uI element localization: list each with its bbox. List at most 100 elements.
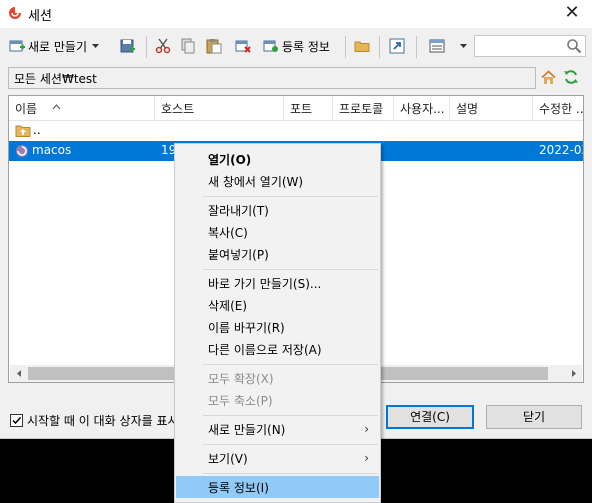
view-icon <box>429 39 445 53</box>
menu-separator <box>203 364 378 365</box>
menu-item-label: 등록 정보(I) <box>208 481 269 495</box>
column-divider[interactable] <box>332 96 333 120</box>
chevron-right-icon <box>571 370 576 377</box>
search-icon <box>567 39 582 54</box>
toolbar-separator <box>146 36 147 58</box>
menu-item-label: 모두 축소(P) <box>208 394 273 408</box>
toolbar-separator <box>379 36 380 58</box>
search-input[interactable] <box>474 35 586 57</box>
list-item-modified: 2022-03 <box>539 143 583 157</box>
scroll-left-button[interactable] <box>10 365 27 382</box>
context-menu: 열기(O) 새 창에서 열기(W) 잘라내기(T) 복사(C) 붙여넣기(P) … <box>174 143 381 503</box>
menu-item-expand-all: 모두 확장(X) <box>176 367 379 389</box>
show-on-startup-checkbox[interactable] <box>10 414 23 427</box>
menu-item-save-as[interactable]: 다른 이름으로 저장(A) <box>176 338 379 360</box>
menu-item-paste[interactable]: 붙여넣기(P) <box>176 243 379 265</box>
paste-button[interactable] <box>206 35 222 57</box>
menu-item-label: 이름 바꾸기(R) <box>208 321 285 335</box>
register-button-label: 등록 정보 <box>282 39 330 54</box>
shortcut-icon <box>389 38 405 54</box>
folder-icon <box>354 41 370 52</box>
new-button[interactable]: 새로 만들기 <box>9 35 100 57</box>
path-text: 모든 세션₩test <box>14 72 97 86</box>
folder-button[interactable] <box>354 35 370 57</box>
sort-ascending-icon <box>52 104 61 110</box>
menu-item-label: 다른 이름으로 저장(A) <box>208 343 322 357</box>
copy-icon <box>181 38 195 54</box>
column-header-protocol[interactable]: 프로토콜 <box>339 100 383 117</box>
menu-item-new[interactable]: 새로 만들기(N) › <box>176 418 379 440</box>
menu-item-open-new-window[interactable]: 새 창에서 열기(W) <box>176 170 379 192</box>
menu-separator <box>203 415 378 416</box>
menu-item-rename[interactable]: 이름 바꾸기(R) <box>176 316 379 338</box>
menu-item-copy[interactable]: 복사(C) <box>176 221 379 243</box>
new-button-label: 새로 만들기 <box>28 39 88 54</box>
menu-item-create-shortcut[interactable]: 바로 가기 만들기(S)... <box>176 272 379 294</box>
parent-folder-icon <box>15 125 31 137</box>
column-header-host[interactable]: 호스트 <box>161 100 194 117</box>
home-icon[interactable] <box>541 70 556 85</box>
cut-button[interactable] <box>155 35 171 57</box>
column-divider[interactable] <box>532 96 533 120</box>
cut-icon <box>155 38 171 54</box>
submenu-arrow-icon: › <box>364 422 369 436</box>
menu-item-open[interactable]: 열기(O) <box>176 148 379 170</box>
paste-icon <box>206 39 222 54</box>
view-button[interactable] <box>429 35 468 57</box>
column-divider[interactable] <box>154 96 155 120</box>
menu-separator <box>203 473 378 474</box>
list-header: 이름 호스트 포트 프로토콜 사용자... 설명 수정한 ... <box>9 96 583 121</box>
chevron-left-icon <box>16 370 21 377</box>
session-icon <box>16 145 28 157</box>
copy-button[interactable] <box>180 35 196 57</box>
menu-separator <box>203 196 378 197</box>
menu-item-label: 복사(C) <box>208 226 248 240</box>
delete-button[interactable] <box>235 35 251 57</box>
column-header-user[interactable]: 사용자... <box>400 100 445 117</box>
column-divider[interactable] <box>283 96 284 120</box>
column-divider[interactable] <box>449 96 450 120</box>
path-bar[interactable]: 모든 세션₩test <box>8 67 536 89</box>
register-icon <box>263 40 278 52</box>
menu-item-label: 붙여넣기(P) <box>208 248 269 262</box>
save-button[interactable] <box>120 35 136 57</box>
menu-item-view[interactable]: 보기(V) › <box>176 447 379 469</box>
menu-item-label: 삭제(E) <box>208 299 248 313</box>
submenu-arrow-icon: › <box>364 451 369 465</box>
new-icon <box>9 40 25 52</box>
menu-item-label: 바로 가기 만들기(S)... <box>208 277 322 291</box>
menu-separator <box>203 269 378 270</box>
checkmark-icon <box>12 416 22 425</box>
delete-icon <box>235 40 251 53</box>
close-dialog-button[interactable]: 닫기 <box>486 405 582 429</box>
menu-item-label: 모두 확장(X) <box>208 372 274 386</box>
chevron-down-icon <box>92 44 100 48</box>
column-header-port[interactable]: 포트 <box>290 100 312 117</box>
menu-item-label: 잘라내기(T) <box>208 204 269 218</box>
refresh-icon[interactable] <box>563 69 579 85</box>
scroll-right-button[interactable] <box>565 365 582 382</box>
menu-item-delete[interactable]: 삭제(E) <box>176 294 379 316</box>
save-icon <box>120 39 135 53</box>
column-divider[interactable] <box>393 96 394 120</box>
column-header-description[interactable]: 설명 <box>456 100 478 117</box>
list-item-name: macos <box>32 143 72 157</box>
window-title: 세션 <box>28 9 52 24</box>
menu-item-cut[interactable]: 잘라내기(T) <box>176 199 379 221</box>
column-header-name[interactable]: 이름 <box>15 100 37 117</box>
close-button[interactable]: ✕ <box>552 0 592 28</box>
register-button[interactable]: 등록 정보 <box>263 35 330 57</box>
show-on-startup-label: 시작할 때 이 대화 상자를 표시 <box>27 414 177 428</box>
connect-button[interactable]: 연결(C) <box>386 405 474 429</box>
toolbar-separator <box>345 36 346 58</box>
list-item-parent[interactable]: .. <box>9 121 583 141</box>
dropdown-icon <box>460 44 467 48</box>
column-header-modified[interactable]: 수정한 ... <box>539 100 583 117</box>
menu-item-label: 새로 만들기(N) <box>208 423 286 437</box>
app-logo-icon <box>9 7 21 19</box>
menu-item-properties[interactable]: 등록 정보(I) <box>176 476 379 498</box>
menu-item-collapse-all: 모두 축소(P) <box>176 389 379 411</box>
list-item-name: .. <box>33 123 41 137</box>
shortcut-button[interactable] <box>389 35 405 57</box>
menu-item-label: 보기(V) <box>208 452 248 466</box>
